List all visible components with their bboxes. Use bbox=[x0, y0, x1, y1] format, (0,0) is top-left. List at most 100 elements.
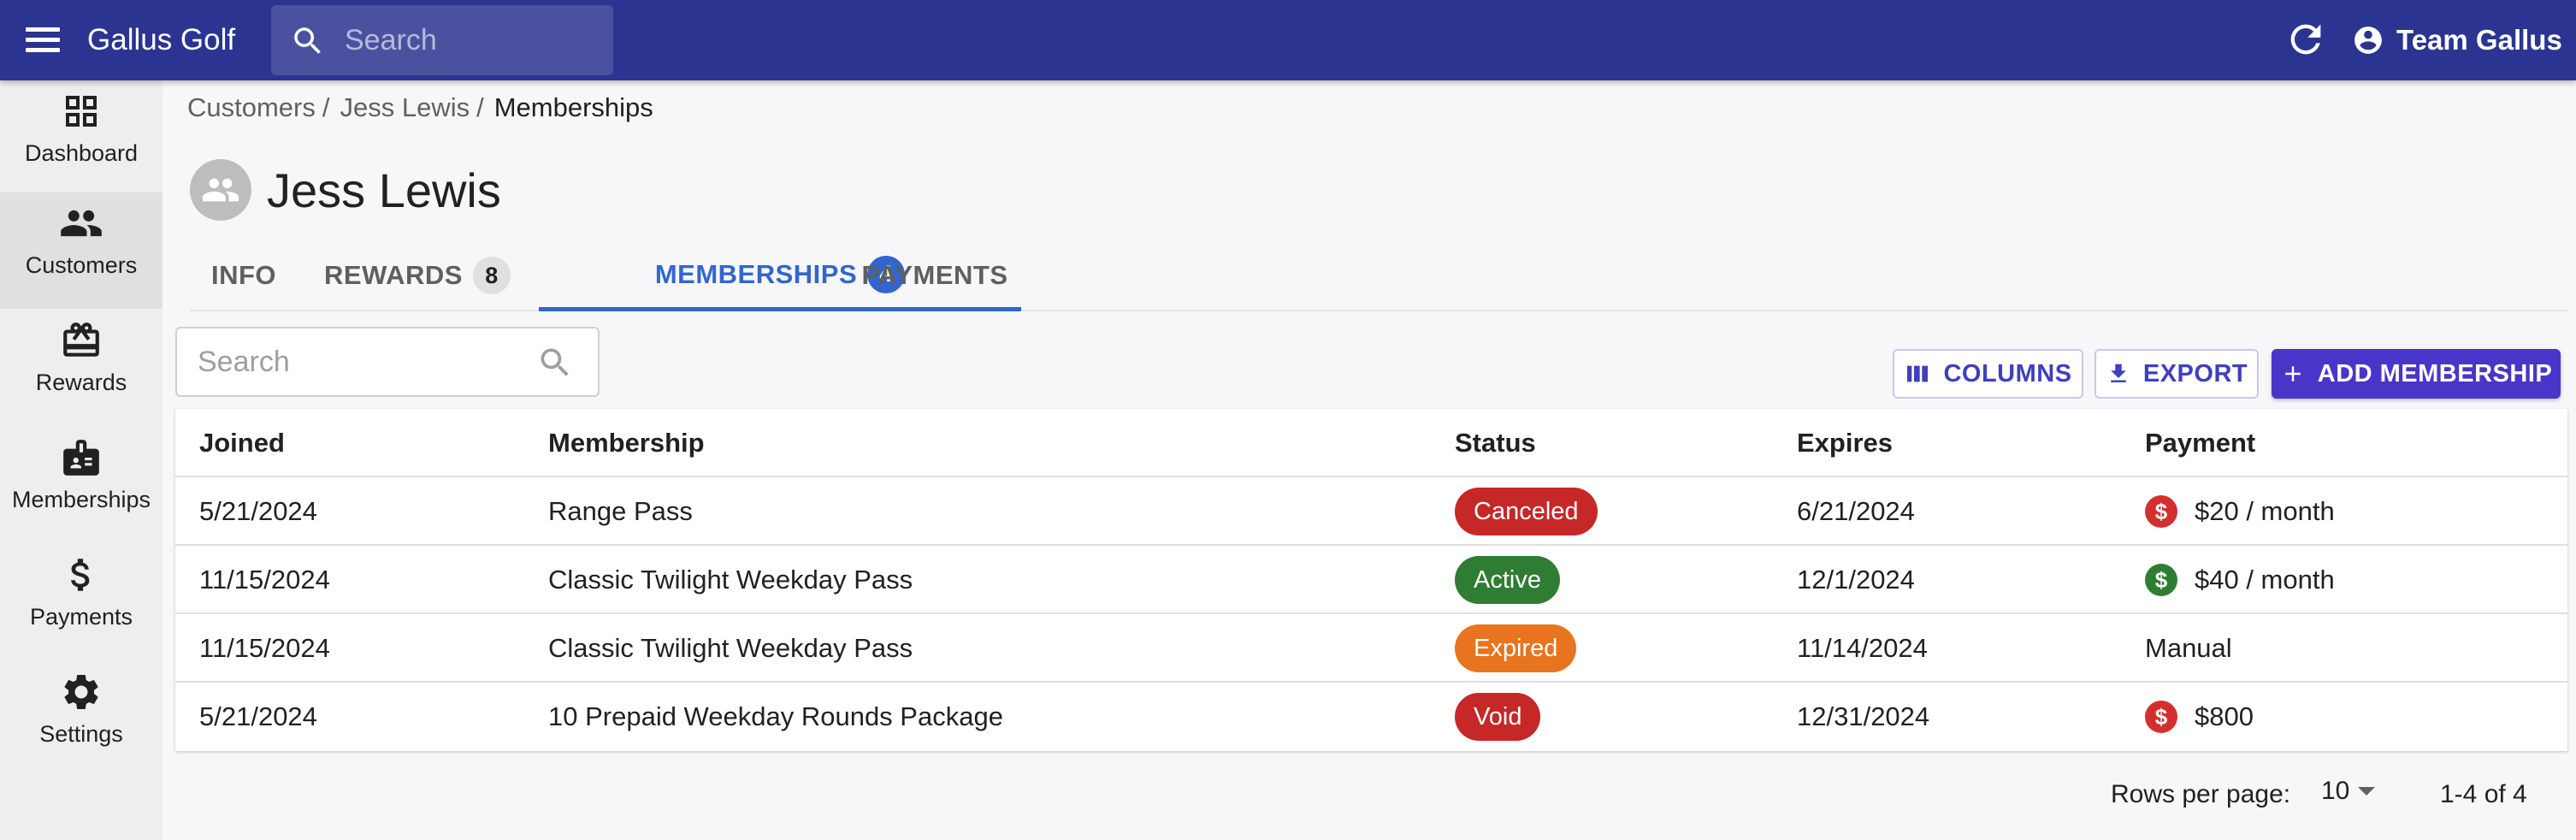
table-search[interactable] bbox=[175, 327, 600, 397]
people-icon bbox=[202, 178, 239, 202]
sidebar-item-payments[interactable]: Payments bbox=[0, 544, 162, 660]
table-header-row: Joined Membership Status Expires Payment bbox=[175, 409, 2567, 477]
account-menu[interactable]: Team Gallus bbox=[2352, 19, 2562, 62]
payment-amount: $40 / month bbox=[2195, 565, 2335, 595]
status-badge: Canceled bbox=[1455, 488, 1598, 535]
cell-joined: 11/15/2024 bbox=[199, 633, 330, 663]
cell-membership: 10 Prepaid Weekday Rounds Package bbox=[548, 701, 1003, 731]
global-search-input[interactable] bbox=[345, 5, 601, 75]
cell-membership: Classic Twilight Weekday Pass bbox=[548, 565, 913, 595]
cell-membership: Range Pass bbox=[548, 496, 693, 526]
app-title: Gallus Golf bbox=[87, 23, 236, 56]
sidebar-item-label: Dashboard bbox=[24, 140, 139, 166]
column-header-expires[interactable]: Expires bbox=[1797, 409, 1893, 477]
dollar-circle-icon: $ bbox=[2145, 564, 2177, 596]
search-icon bbox=[541, 348, 569, 376]
cell-status: Canceled bbox=[1455, 477, 1598, 546]
breadcrumb-link-customer[interactable]: Jess Lewis bbox=[340, 92, 470, 122]
table-row[interactable]: 5/21/2024 Range Pass Canceled 6/21/2024 … bbox=[175, 477, 2567, 546]
account-circle-icon bbox=[2354, 27, 2382, 54]
column-header-status[interactable]: Status bbox=[1455, 409, 1536, 477]
avatar bbox=[190, 159, 251, 221]
status-badge: Void bbox=[1455, 693, 1541, 741]
rows-per-page-label: Rows per page: bbox=[2111, 780, 2291, 808]
cell-payment: $ $20 / month bbox=[2145, 477, 2335, 546]
column-header-joined[interactable]: Joined bbox=[199, 409, 285, 477]
tab-info[interactable]: INFO bbox=[190, 241, 298, 310]
rows-per-page-select[interactable]: 10 bbox=[2321, 777, 2376, 806]
cell-expires: 12/1/2024 bbox=[1797, 565, 1915, 595]
cell-expires: 6/21/2024 bbox=[1797, 496, 1915, 526]
cell-membership: Classic Twilight Weekday Pass bbox=[548, 633, 913, 663]
cell-status: Expired bbox=[1455, 614, 1577, 683]
tab-bar: INFO REWARDS 8 MEMBERSHIPS 4 PAYMENTS bbox=[190, 241, 2567, 311]
sidebar-item-dashboard[interactable]: Dashboard bbox=[0, 80, 162, 197]
count-badge: 8 bbox=[472, 257, 511, 294]
breadcrumb-separator: / bbox=[322, 92, 330, 122]
sidebar-item-memberships[interactable]: Memberships bbox=[0, 427, 162, 543]
rows-per-page-value: 10 bbox=[2321, 777, 2350, 805]
add-membership-button[interactable]: ADD MEMBERSHIP bbox=[2272, 349, 2561, 399]
breadcrumb-link-customers[interactable]: Customers bbox=[187, 92, 316, 122]
cell-status: Active bbox=[1455, 546, 1560, 614]
payment-amount: $20 / month bbox=[2195, 496, 2335, 526]
dollar-circle-icon: $ bbox=[2145, 495, 2177, 528]
sidebar-item-label: Memberships bbox=[11, 487, 151, 512]
sidebar-item-settings[interactable]: Settings bbox=[0, 661, 162, 778]
refresh-icon[interactable] bbox=[2284, 17, 2328, 66]
pagination-range: 1-4 of 4 bbox=[2440, 780, 2527, 808]
badge-icon bbox=[0, 434, 162, 482]
view-column-icon bbox=[1907, 365, 1929, 382]
cell-joined: 11/15/2024 bbox=[199, 565, 330, 595]
page-title: Jess Lewis bbox=[267, 163, 501, 217]
chevron-down-icon bbox=[2358, 787, 2376, 796]
column-header-payment[interactable]: Payment bbox=[2145, 409, 2255, 477]
table-search-input[interactable] bbox=[198, 328, 523, 395]
tab-label: REWARDS bbox=[324, 260, 463, 290]
plus-icon bbox=[2285, 366, 2301, 382]
table-row[interactable]: 11/15/2024 Classic Twilight Weekday Pass… bbox=[175, 614, 2567, 683]
cell-payment: Manual bbox=[2145, 614, 2232, 683]
tab-rewards[interactable]: REWARDS 8 bbox=[318, 241, 517, 310]
tab-label: INFO bbox=[210, 260, 277, 290]
add-membership-button-label: ADD MEMBERSHIP bbox=[2317, 359, 2553, 387]
cell-joined: 5/21/2024 bbox=[199, 496, 317, 526]
people-icon bbox=[0, 199, 162, 247]
sidebar-item-label: Payments bbox=[29, 604, 133, 630]
export-button[interactable]: EXPORT bbox=[2094, 349, 2259, 399]
memberships-table: Joined Membership Status Expires Payment… bbox=[175, 409, 2567, 751]
columns-button[interactable]: COLUMNS bbox=[1893, 349, 2083, 399]
breadcrumb: Customers / Jess Lewis / Memberships bbox=[187, 92, 653, 123]
sidebar-item-label: Settings bbox=[39, 721, 123, 747]
export-button-label: EXPORT bbox=[2142, 359, 2248, 387]
gear-icon bbox=[0, 668, 162, 716]
hamburger-menu-icon[interactable] bbox=[26, 27, 60, 53]
cell-expires: 12/31/2024 bbox=[1797, 701, 1930, 731]
sidebar-item-label: Rewards bbox=[35, 370, 127, 395]
tab-label: PAYMENTS bbox=[861, 260, 1008, 290]
download-icon bbox=[2111, 364, 2126, 382]
dollar-circle-icon: $ bbox=[2145, 701, 2177, 733]
dollar-icon bbox=[0, 551, 162, 599]
sidebar-item-customers[interactable]: Customers bbox=[0, 192, 162, 309]
status-badge: Expired bbox=[1455, 624, 1577, 672]
sidebar-item-rewards[interactable]: Rewards bbox=[0, 310, 162, 426]
tab-payments[interactable]: PAYMENTS bbox=[855, 241, 1014, 310]
cell-expires: 11/14/2024 bbox=[1797, 633, 1928, 663]
payment-amount: Manual bbox=[2145, 633, 2232, 663]
columns-button-label: COLUMNS bbox=[1943, 359, 2072, 387]
dashboard-icon bbox=[0, 87, 162, 135]
cell-payment: $ $40 / month bbox=[2145, 546, 2335, 614]
global-search[interactable] bbox=[271, 5, 613, 75]
table-row[interactable]: 11/15/2024 Classic Twilight Weekday Pass… bbox=[175, 546, 2567, 614]
cell-status: Void bbox=[1455, 683, 1541, 751]
cell-joined: 5/21/2024 bbox=[199, 701, 317, 731]
account-name: Team Gallus bbox=[2396, 24, 2562, 56]
cell-payment: $ $800 bbox=[2145, 683, 2254, 751]
search-icon bbox=[294, 27, 321, 54]
column-header-membership[interactable]: Membership bbox=[548, 409, 705, 477]
sidebar: Dashboard Customers Rewards Memberships … bbox=[0, 80, 162, 840]
app-bar: Gallus Golf Team Gallus bbox=[0, 0, 2576, 80]
breadcrumb-current: Memberships bbox=[493, 92, 653, 122]
table-row[interactable]: 5/21/2024 10 Prepaid Weekday Rounds Pack… bbox=[175, 683, 2567, 751]
